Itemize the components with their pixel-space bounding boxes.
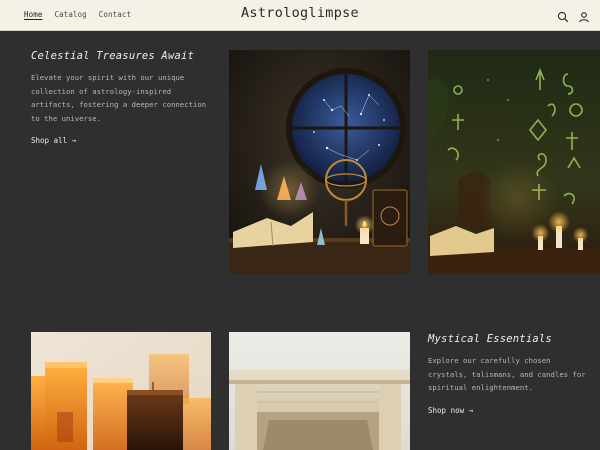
resin-cubes-image[interactable] — [31, 332, 211, 450]
header-actions — [557, 8, 590, 23]
fireplace-image[interactable] — [229, 332, 410, 450]
site-logo[interactable]: Astrologlimpse — [0, 5, 600, 21]
astrology-study-image[interactable] — [229, 50, 410, 274]
section-description: Elevate your spirit with our unique coll… — [31, 73, 207, 123]
shop-now-link[interactable]: Shop now → — [428, 406, 473, 415]
shop-all-link[interactable]: Shop all → — [31, 136, 76, 145]
mystic-symbols-image[interactable] — [428, 50, 600, 274]
section-description: Explore our carefully chosen crystals, t… — [428, 356, 586, 392]
intro-section: Celestial Treasures Await Elevate your s… — [31, 50, 217, 147]
essentials-section: Mystical Essentials Explore our carefull… — [428, 333, 588, 417]
section-title: Mystical Essentials — [428, 333, 552, 345]
search-icon[interactable] — [557, 8, 569, 23]
site-header: Home Catalog Contact Astrologlimpse — [0, 0, 600, 31]
section-title: Celestial Treasures Await — [31, 50, 195, 62]
account-icon[interactable] — [578, 8, 590, 23]
